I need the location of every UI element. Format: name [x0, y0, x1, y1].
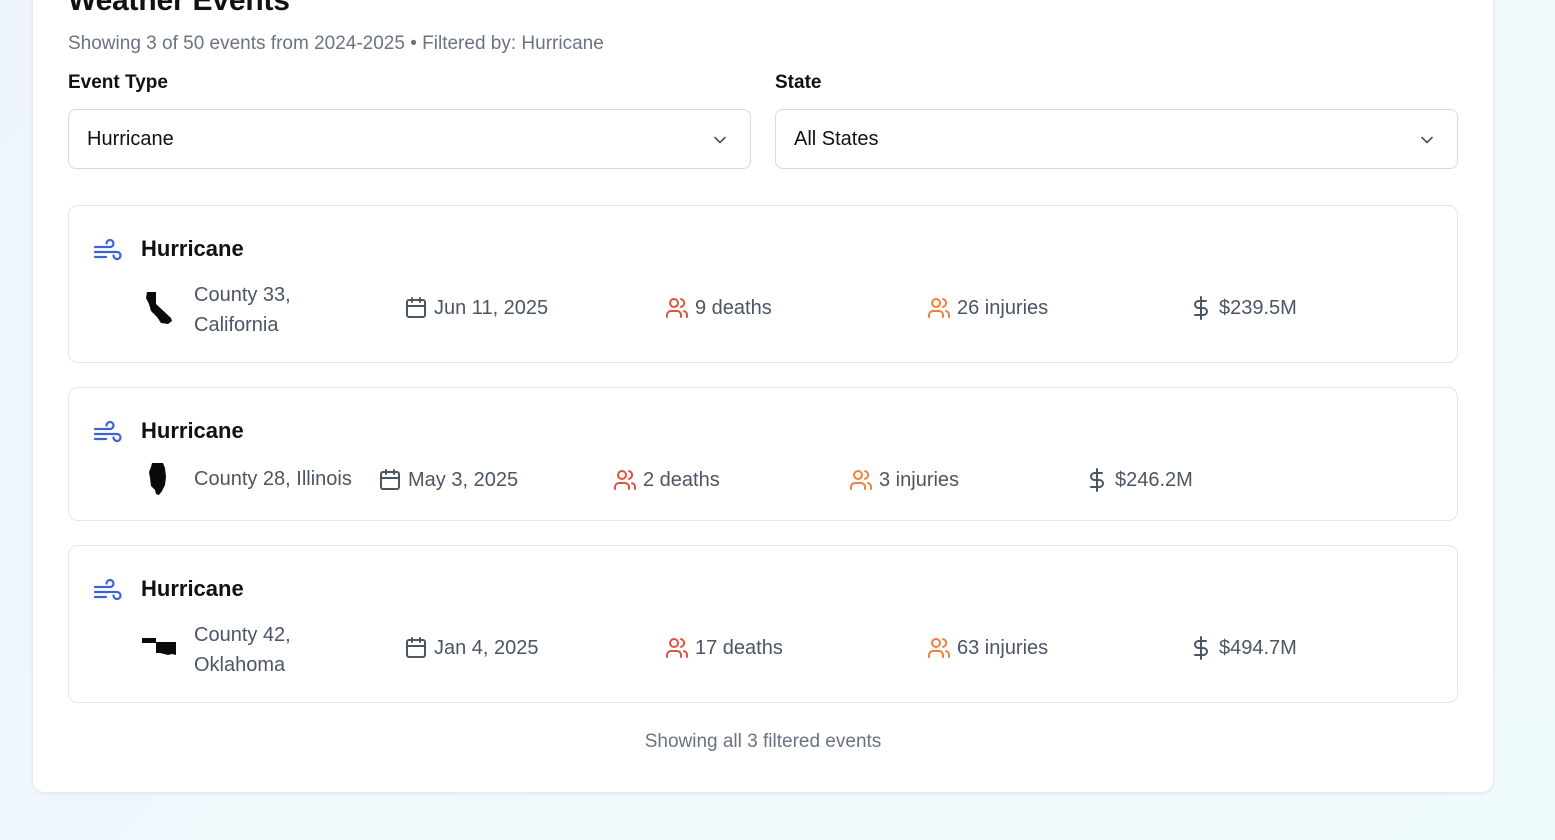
event-card[interactable]: Hurricane County 42, Oklahoma Jan 4, 202… [68, 545, 1458, 703]
oklahoma-shape-icon [142, 638, 176, 655]
event-damage: $239.5M [1189, 296, 1297, 320]
location-line: Oklahoma [194, 654, 286, 676]
event-damage: $246.2M [1085, 468, 1193, 492]
dollar-icon [1194, 296, 1208, 320]
state-label: State [775, 72, 822, 93]
event-injuries-text: 26 injuries [957, 296, 1049, 319]
event-date-text: Jan 4, 2025 [434, 636, 539, 659]
location-line: California [194, 314, 279, 336]
event-type-title: Hurricane [141, 236, 244, 261]
wind-icon [93, 239, 122, 261]
location-line: County 33, [194, 284, 291, 306]
dollar-icon [1194, 636, 1208, 660]
state-select[interactable]: All States [775, 109, 1458, 169]
event-damage-text: $246.2M [1115, 468, 1193, 491]
wind-icon [93, 421, 122, 443]
calendar-icon [406, 297, 426, 318]
event-date-text: May 3, 2025 [408, 468, 519, 491]
wind-icon [93, 579, 122, 601]
calendar-icon [406, 637, 426, 658]
event-deaths: 2 deaths [613, 468, 720, 492]
users-icon [666, 298, 689, 318]
event-injuries: 3 injuries [849, 468, 959, 492]
event-injuries: 26 injuries [927, 296, 1048, 320]
event-injuries-text: 63 injuries [957, 636, 1049, 659]
users-icon [614, 470, 637, 490]
event-location: County 28, Illinois [194, 468, 352, 490]
chevron-down-icon [1421, 136, 1433, 144]
page-title: Weather Events [68, 0, 290, 17]
event-location: County 33, California [194, 280, 291, 340]
event-injuries-text: 3 injuries [879, 468, 960, 491]
event-deaths-text: 9 deaths [695, 296, 772, 319]
users-icon [850, 470, 873, 490]
event-type-label: Event Type [68, 72, 168, 93]
event-deaths-text: 2 deaths [643, 468, 720, 491]
event-type-title: Hurricane [141, 418, 244, 443]
event-damage-text: $239.5M [1219, 296, 1297, 319]
event-date: Jan 4, 2025 [404, 636, 539, 660]
results-footer: Showing all 3 filtered events [644, 731, 882, 752]
event-date: May 3, 2025 [378, 468, 518, 492]
event-type-value: Hurricane [87, 127, 174, 150]
users-icon [666, 638, 689, 658]
event-location: County 42, Oklahoma [194, 620, 291, 680]
event-deaths: 9 deaths [665, 296, 772, 320]
results-summary: Showing 3 of 50 events from 2024-2025 • … [68, 33, 604, 54]
location-line: County 42, [194, 624, 291, 646]
event-date-text: Jun 11, 2025 [434, 296, 549, 319]
event-deaths-text: 17 deaths [695, 636, 783, 659]
event-type-title: Hurricane [141, 576, 244, 601]
event-card[interactable]: Hurricane County 28, Illinois May 3, 202… [68, 387, 1458, 521]
event-injuries: 63 injuries [927, 636, 1048, 660]
chevron-down-icon [714, 136, 726, 144]
users-icon [928, 638, 951, 658]
california-shape-icon [146, 292, 172, 324]
event-damage: $494.7M [1189, 636, 1297, 660]
state-value: All States [794, 127, 879, 150]
event-type-select[interactable]: Hurricane [68, 109, 751, 169]
event-damage-text: $494.7M [1219, 636, 1297, 659]
dollar-icon [1090, 468, 1104, 492]
event-date: Jun 11, 2025 [404, 296, 548, 320]
calendar-icon [380, 469, 400, 490]
event-card[interactable]: Hurricane County 33, California Jun 11, … [68, 205, 1458, 363]
illinois-shape-icon [149, 463, 166, 495]
event-deaths: 17 deaths [665, 636, 783, 660]
users-icon [928, 298, 951, 318]
